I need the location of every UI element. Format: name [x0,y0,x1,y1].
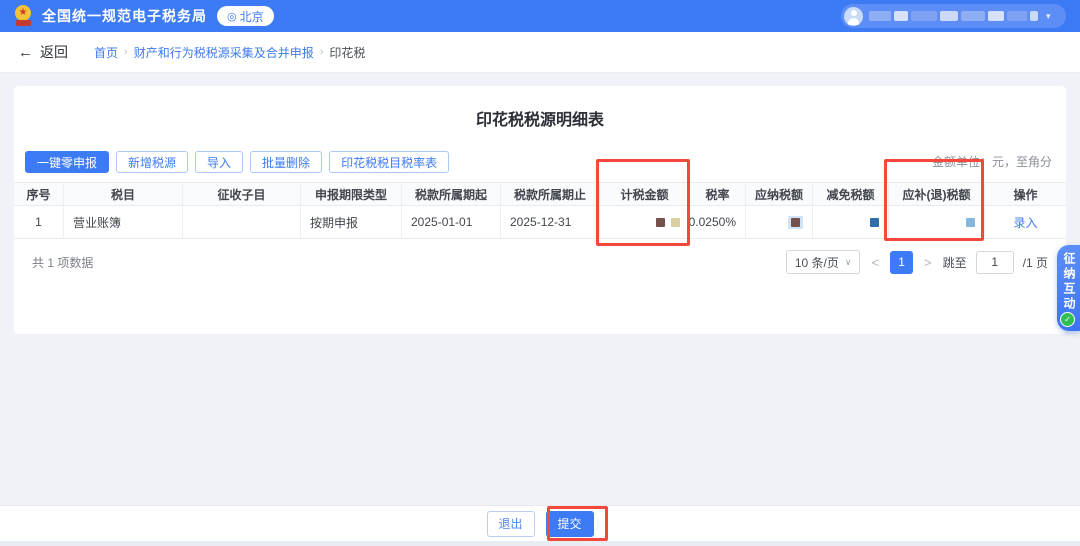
total-pages-label: /1 页 [1023,254,1048,271]
tax-interaction-label: 征纳互动 [1057,252,1080,312]
breadcrumb: 首页 › 财产和行为税税源采集及合并申报 › 印花税 [94,44,365,61]
next-page-button[interactable]: > [922,255,934,270]
col-header-period-start: 税款所属期起 [402,183,501,205]
tax-bureau-emblem-icon: ★ [14,4,34,28]
col-header-reduction: 减免税额 [813,183,889,205]
col-header-index: 序号 [14,183,64,205]
page-size-value: 10 条/页 [795,254,839,271]
col-header-action: 操作 [985,183,1066,205]
cell-payable-redacted [746,206,813,238]
breadcrumb-current: 印花税 [329,44,365,61]
redaction-block [791,218,800,227]
cell-period-start: 2025-01-01 [402,206,501,238]
jump-page-input[interactable] [976,251,1014,274]
toolbar: 一键零申报 新增税源 导入 批量删除 印花税税目税率表 金额单位：元，至角分 [14,151,1066,173]
location-label: 北京 [240,8,264,25]
location-pin-icon: ◎ [227,10,237,23]
chevron-down-icon: ∨ [845,257,852,268]
table-footer: 共 1 项数据 10 条/页 ∨ < 1 > 跳至 /1 页 [14,249,1066,275]
tax-source-table: 序号 税目 征收子目 申报期限类型 税款所属期起 税款所属期止 计税金额 税率 … [14,182,1066,239]
batch-delete-button[interactable]: 批量删除 [250,151,322,173]
add-tax-source-button[interactable]: 新增税源 [116,151,188,173]
total-count-label: 共 1 项数据 [32,254,93,271]
redaction-halo [788,216,803,229]
amount-unit-note: 金额单位：元，至角分 [932,153,1052,170]
prev-page-button[interactable]: < [869,255,881,270]
redaction-block [656,218,665,227]
cell-supplement-refund-redacted [889,206,985,238]
bottom-strip [0,541,1080,546]
page-size-select[interactable]: 10 条/页 ∨ [786,250,861,274]
current-page-button[interactable]: 1 [890,251,913,274]
cell-period-end: 2025-12-31 [501,206,600,238]
stamp-tax-rate-table-button[interactable]: 印花税税目税率表 [329,151,449,173]
import-button[interactable]: 导入 [195,151,243,173]
cell-sub-item [183,206,301,238]
page-title: 印花税税源明细表 [14,86,1066,130]
breadcrumb-home[interactable]: 首页 [94,44,118,61]
app-title: 全国统一规范电子税务局 [42,6,207,26]
col-header-sub-item: 征收子目 [183,183,301,205]
cell-tax-item: 营业账簿 [64,206,183,238]
table-header-row: 序号 税目 征收子目 申报期限类型 税款所属期起 税款所属期止 计税金额 税率 … [14,183,1066,206]
breadcrumb-separator: › [320,46,324,58]
back-label: 返回 [40,42,68,62]
breadcrumb-collection[interactable]: 财产和行为税税源采集及合并申报 [134,44,314,61]
cell-reduction-redacted [813,206,889,238]
cell-period-type: 按期申报 [301,206,402,238]
top-header-bar: ★ 全国统一规范电子税务局 ◎ 北京 ▾ [0,0,1080,32]
interaction-chat-icon: ✓ [1060,312,1075,327]
col-header-tax-item: 税目 [64,183,183,205]
breadcrumb-bar: ← 返回 首页 › 财产和行为税税源采集及合并申报 › 印花税 [0,32,1080,73]
cell-index: 1 [14,206,64,238]
col-header-taxable-amount: 计税金额 [600,183,690,205]
bottom-action-bar: 退出 提交 [0,505,1080,541]
user-account-menu[interactable]: ▾ [841,4,1066,28]
quit-button[interactable]: 退出 [487,511,535,537]
one-key-zero-declare-button[interactable]: 一键零申报 [25,151,109,173]
col-header-rate: 税率 [690,183,746,205]
user-avatar-icon [844,7,863,26]
stamp-tax-detail-card: 印花税税源明细表 一键零申报 新增税源 导入 批量删除 印花税税目税率表 金额单… [14,86,1066,334]
col-header-payable: 应纳税额 [746,183,813,205]
enter-record-link[interactable]: 录入 [1013,214,1037,231]
chevron-down-icon: ▾ [1046,11,1051,22]
jump-to-label: 跳至 [943,254,967,271]
breadcrumb-separator: › [124,46,128,58]
location-switcher[interactable]: ◎ 北京 [217,6,274,26]
col-header-period-type: 申报期限类型 [301,183,402,205]
submit-button[interactable]: 提交 [546,511,594,537]
cell-action: 录入 [985,206,1066,238]
table-row: 1 营业账簿 按期申报 2025-01-01 2025-12-31 0.0250… [14,206,1066,239]
user-name-masked [869,11,1038,21]
redaction-block [870,218,879,227]
cell-rate: 0.0250% [690,206,746,238]
col-header-period-end: 税款所属期止 [501,183,600,205]
cell-taxable-amount-redacted [600,206,690,238]
back-arrow-icon: ← [18,44,33,61]
page: ★ 全国统一规范电子税务局 ◎ 北京 ▾ ← 返回 首页 › 财产和 [0,0,1080,546]
redaction-block [671,218,680,227]
tax-interaction-tab[interactable]: 征纳互动 ✓ [1057,245,1080,331]
redaction-block [966,218,975,227]
col-header-supplement-refund: 应补(退)税额 [889,183,985,205]
pagination: 10 条/页 ∨ < 1 > 跳至 /1 页 [786,250,1048,274]
back-button[interactable]: ← 返回 [18,42,68,62]
